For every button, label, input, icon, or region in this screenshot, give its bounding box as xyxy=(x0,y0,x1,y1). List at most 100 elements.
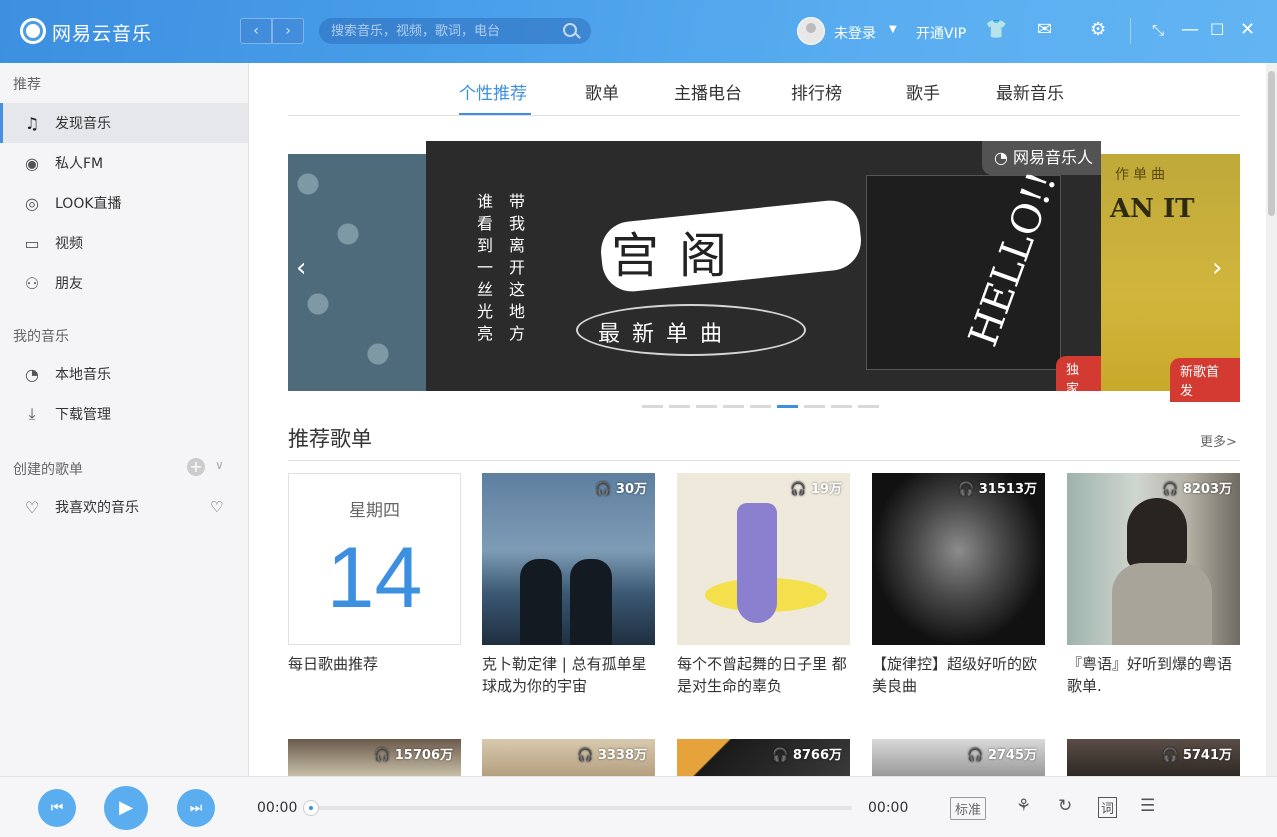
more-link[interactable]: 更多> xyxy=(1200,431,1237,450)
mail-icon[interactable]: ✉ xyxy=(1037,20,1052,40)
playlist-queue-icon[interactable]: ☰ xyxy=(1140,796,1155,816)
sidebar-item-video[interactable]: ▭ 视频 xyxy=(0,223,248,263)
weekday-label: 星期四 xyxy=(349,501,400,521)
playlist-cover[interactable]: 🎧 2745万 xyxy=(872,739,1045,776)
search-icon[interactable] xyxy=(563,23,577,37)
radio-icon: ◉ xyxy=(25,153,39,173)
playlist-title[interactable]: 克卜勒定律 | 总有孤单星球成为你的宇宙 xyxy=(482,653,657,697)
section-my-music: 我的音乐 xyxy=(13,329,69,345)
banner-dot[interactable] xyxy=(642,405,663,408)
tab-artists[interactable]: 歌手 xyxy=(906,79,940,104)
sidebar-item-friends[interactable]: ⚇ 朋友 xyxy=(0,263,248,303)
sidebar-item-local[interactable]: ◔ 本地音乐 xyxy=(0,354,248,394)
play-count: 🎧 8203万 xyxy=(1162,478,1232,497)
mini-mode-icon[interactable]: ⤡ xyxy=(1152,20,1164,40)
play-count: 🎧 30万 xyxy=(595,478,647,497)
playlist-cover[interactable]: 🎧 8203万 xyxy=(1067,473,1240,645)
banner-prev-slide[interactable] xyxy=(288,154,428,391)
scrollbar-thumb[interactable] xyxy=(1268,71,1275,216)
banner-dot[interactable] xyxy=(696,405,717,408)
cover-figure xyxy=(1127,498,1187,568)
sidebar-item-label: 本地音乐 xyxy=(55,367,111,383)
repeat-icon[interactable]: ↻ xyxy=(1058,796,1072,816)
playlist-cover[interactable]: 🎧 3338万 xyxy=(482,739,655,776)
chevron-down-icon[interactable]: ∨ xyxy=(215,458,224,472)
banner-dot[interactable] xyxy=(858,405,879,408)
add-playlist-button[interactable]: + xyxy=(187,458,205,476)
banner-dot[interactable] xyxy=(777,405,798,408)
app-logo-icon[interactable] xyxy=(20,18,46,44)
scrollbar[interactable] xyxy=(1266,63,1277,776)
friends-icon: ⚇ xyxy=(24,273,40,293)
play-count-value: 2745万 xyxy=(987,748,1037,763)
playlist-title[interactable]: 『粤语』好听到爆的粤语歌单. xyxy=(1067,653,1242,697)
playlist-cover[interactable]: 🎧 31513万 xyxy=(872,473,1045,645)
avatar[interactable] xyxy=(797,17,825,45)
sidebar-item-download[interactable]: ⤓ 下载管理 xyxy=(0,394,248,434)
tab-personal[interactable]: 个性推荐 xyxy=(459,79,527,104)
sidebar-item-fm[interactable]: ◉ 私人FM xyxy=(0,143,248,183)
minimize-icon[interactable]: — xyxy=(1181,20,1199,40)
skin-icon[interactable]: 👕 xyxy=(985,20,1007,40)
banner[interactable]: 谁看到一丝光亮 带我离开这地方 宫阁 最新单曲 HELLO!! ◔ 网易音乐人 … xyxy=(426,141,1101,391)
live-icon: ◎ xyxy=(25,193,39,213)
play-count-value: 8766万 xyxy=(792,748,842,763)
banner-tag-new-release: 新歌首发 xyxy=(1170,358,1240,402)
banner-dot[interactable] xyxy=(804,405,825,408)
heart-icon: ♡ xyxy=(24,497,40,517)
login-link[interactable]: 未登录 xyxy=(834,23,876,43)
next-track-button[interactable]: ⏭ xyxy=(177,789,215,827)
play-count-value: 30万 xyxy=(615,482,647,497)
playlist-title[interactable]: 每个不曾起舞的日子里 都是对生命的辜负 xyxy=(677,653,852,697)
playlist-cover[interactable]: 🎧 8766万 xyxy=(677,739,850,776)
back-button[interactable]: ‹ xyxy=(240,18,272,44)
playlist-cover[interactable]: 🎧 19万 xyxy=(677,473,850,645)
tab-radio[interactable]: 主播电台 xyxy=(674,79,742,104)
banner-dot[interactable] xyxy=(750,405,771,408)
playlist-title[interactable]: 【旋律控】超级好听的欧美良曲 xyxy=(872,653,1047,697)
play-button[interactable]: ▶ xyxy=(104,786,148,830)
cover-figure xyxy=(737,503,777,623)
sound-effect-icon[interactable]: ⚘ xyxy=(1016,796,1031,816)
lyrics-button[interactable]: 词 xyxy=(1098,797,1118,818)
progress-handle[interactable] xyxy=(303,800,319,816)
sidebar-item-label: LOOK直播 xyxy=(55,196,122,212)
play-count: 🎧 19万 xyxy=(790,478,842,497)
title-bar: 网易云音乐 ‹ › 未登录 ▼ 开通VIP 👕 ✉ ⚙ ⤡ — ☐ ✕ xyxy=(0,0,1277,63)
quality-button[interactable]: 标准 xyxy=(950,797,987,820)
vip-link[interactable]: 开通VIP xyxy=(916,23,966,43)
sidebar-item-liked[interactable]: ♡ 我喜欢的音乐 ♡ xyxy=(0,487,248,527)
previous-track-button[interactable]: ⏮ xyxy=(38,789,76,827)
banner-prev-arrow-icon[interactable]: ‹ xyxy=(296,253,306,283)
banner-dot[interactable] xyxy=(831,405,852,408)
headphones-icon: 🎧 xyxy=(790,482,811,497)
banner-next-arrow-icon[interactable]: › xyxy=(1212,253,1222,283)
playlist-title[interactable]: 每日歌曲推荐 xyxy=(288,653,463,675)
total-time: 00:00 xyxy=(868,800,909,816)
tab-new-music[interactable]: 最新音乐 xyxy=(996,79,1064,104)
sidebar-item-label: 私人FM xyxy=(55,156,104,172)
play-count-value: 5741万 xyxy=(1182,748,1232,763)
tab-charts[interactable]: 排行榜 xyxy=(791,79,842,104)
close-icon[interactable]: ✕ xyxy=(1240,20,1255,40)
forward-button[interactable]: › xyxy=(272,18,304,44)
banner-subtitle: 最新单曲 xyxy=(598,322,735,347)
playlist-cover[interactable]: 🎧 30万 xyxy=(482,473,655,645)
sidebar-item-live[interactable]: ◎ LOOK直播 xyxy=(0,183,248,223)
player-bar: ⏮ ▶ ⏭ 00:00 00:00 标准 ⚘ ↻ 词 ☰ xyxy=(0,776,1277,837)
search-input[interactable] xyxy=(319,18,591,44)
gear-icon[interactable]: ⚙ xyxy=(1090,20,1106,40)
banner-dot[interactable] xyxy=(723,405,744,408)
sidebar-item-discover[interactable]: ♫ 发现音乐 xyxy=(0,103,248,143)
daily-calendar[interactable]: 星期四 14 xyxy=(288,473,461,645)
playlist-cover[interactable]: 🎧 15706万 xyxy=(288,739,461,776)
progress-bar[interactable] xyxy=(306,806,852,810)
chevron-down-icon[interactable]: ▼ xyxy=(889,24,897,35)
heartbeat-mode-icon[interactable]: ♡ xyxy=(210,498,223,516)
playlist-cover[interactable]: 🎧 5741万 xyxy=(1067,739,1240,776)
banner-tag-exclusive: 独家 xyxy=(1056,356,1101,391)
maximize-icon[interactable]: ☐ xyxy=(1210,20,1224,40)
album-cover: HELLO!! xyxy=(866,166,1066,370)
banner-dot[interactable] xyxy=(669,405,690,408)
tab-playlists[interactable]: 歌单 xyxy=(585,79,619,104)
